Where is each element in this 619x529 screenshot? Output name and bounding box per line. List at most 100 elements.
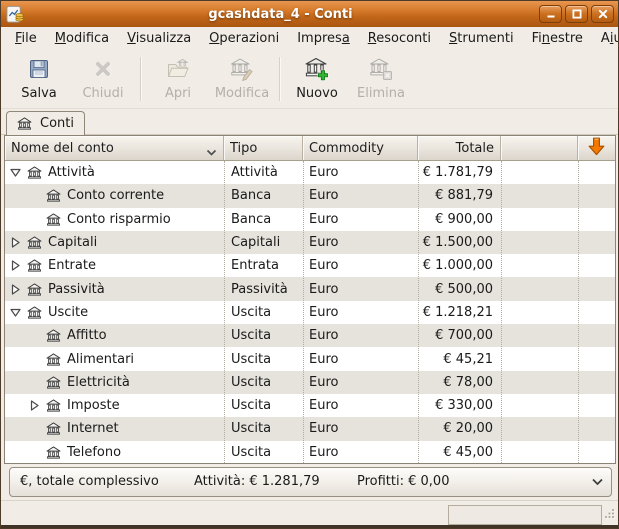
account-commodity: Euro <box>309 282 338 297</box>
summary-profits: Profitti: € 0,00 <box>357 468 449 496</box>
account-type: Uscita <box>231 398 271 413</box>
maximize-button[interactable] <box>565 5 588 23</box>
expander-open-icon[interactable] <box>9 306 22 319</box>
toolbar-button-label: Modifica <box>215 86 269 101</box>
bank-icon <box>17 117 32 130</box>
account-commodity: Euro <box>309 421 338 436</box>
summary-bar[interactable]: €, totale complessivo Attività: € 1.281,… <box>9 467 612 497</box>
account-row[interactable]: PassivitàPassivitàEuro€ 500,00 <box>5 277 615 300</box>
bank-icon <box>27 166 42 179</box>
account-row[interactable]: EntrateEntrataEuro€ 1.000,00 <box>5 254 615 277</box>
menu-visualizza[interactable]: Visualizza <box>118 28 200 49</box>
chiudi-toolbar-button: Chiudi <box>71 53 135 105</box>
expander-closed-icon[interactable] <box>9 259 22 272</box>
column-header-totale[interactable]: Totale <box>418 136 501 160</box>
triangle-icon <box>9 166 22 179</box>
account-type: Banca <box>231 212 271 227</box>
account-name: Attività <box>48 165 95 180</box>
account-name: Telefono <box>67 445 121 460</box>
app-icon[interactable] <box>5 4 25 24</box>
triangle-icon <box>9 283 22 296</box>
account-type: Entrata <box>231 258 279 273</box>
expander-placeholder <box>28 189 41 202</box>
account-row[interactable]: TelefonoUscitaEuro€ 45,00 <box>5 441 615 463</box>
account-commodity: Euro <box>309 305 338 320</box>
expander-placeholder <box>28 353 41 366</box>
triangle-icon <box>9 236 22 249</box>
column-header-name[interactable]: Nome del conto <box>5 136 224 160</box>
toolbar-button-label: Nuovo <box>296 86 338 101</box>
menu-file[interactable]: File <box>6 28 46 49</box>
account-row[interactable]: AlimentariUscitaEuro€ 45,21 <box>5 347 615 370</box>
expander-open-icon[interactable] <box>9 166 22 179</box>
account-commodity: Euro <box>309 445 338 460</box>
account-row[interactable]: UsciteUscitaEuro€ 1.218,21 <box>5 301 615 324</box>
tab-strip: Conti <box>1 109 618 135</box>
edit-account-icon <box>230 57 254 81</box>
progress-bar <box>448 505 602 525</box>
account-row[interactable]: AttivitàAttivitàEuro€ 1.781,79 <box>5 161 615 184</box>
bank-icon <box>46 353 61 366</box>
minimize-button[interactable] <box>539 5 562 23</box>
table-header: Nome del conto Tipo Commodity Totale <box>5 136 615 161</box>
menu-operazioni[interactable]: Operazioni <box>200 28 288 49</box>
column-header-commodity[interactable]: Commodity <box>303 136 418 160</box>
menu-aiuto[interactable]: Aiuto <box>592 28 619 49</box>
title-bar[interactable]: gcashdata_4 - Conti <box>1 1 618 27</box>
open-account-icon <box>166 57 190 81</box>
toolbar-button-label: Elimina <box>357 86 405 101</box>
menu-strumenti[interactable]: Strumenti <box>440 28 523 49</box>
account-commodity: Euro <box>309 188 338 203</box>
expander-placeholder <box>28 213 41 226</box>
bank-icon <box>46 189 61 202</box>
menu-impresa[interactable]: Impresa <box>288 28 359 49</box>
orange-down-arrow-icon <box>588 137 605 160</box>
bank-icon <box>46 329 61 342</box>
account-commodity: Euro <box>309 398 338 413</box>
account-type: Uscita <box>231 328 271 343</box>
account-row[interactable]: ElettricitàUscitaEuro€ 78,00 <box>5 371 615 394</box>
menu-resoconti[interactable]: Resoconti <box>359 28 440 49</box>
account-row[interactable]: Conto risparmioBancaEuro€ 900,00 <box>5 208 615 231</box>
gnucash-window: gcashdata_4 - Conti FileModificaVisualiz… <box>0 0 619 529</box>
account-row[interactable]: CapitaliCapitaliEuro€ 1.500,00 <box>5 231 615 254</box>
window-title: gcashdata_4 - Conti <box>25 7 536 22</box>
toolbar-separator <box>279 57 280 101</box>
column-menu-button[interactable] <box>578 136 615 160</box>
account-type: Uscita <box>231 352 271 367</box>
new-account-icon <box>305 57 329 81</box>
account-commodity: Euro <box>309 165 338 180</box>
status-bar <box>1 500 618 527</box>
expander-placeholder <box>28 329 41 342</box>
account-total: € 20,00 <box>443 421 493 436</box>
toolbar: Salva Chiudi Apri Modifica Nuovo Elimina <box>1 50 618 109</box>
triangle-icon <box>9 259 22 272</box>
menu-finestre[interactable]: Finestre <box>523 28 592 49</box>
account-name: Conto risparmio <box>67 212 171 227</box>
account-type: Uscita <box>231 421 271 436</box>
bank-icon <box>17 117 33 130</box>
account-row[interactable]: AffittoUscitaEuro€ 700,00 <box>5 324 615 347</box>
expander-closed-icon[interactable] <box>9 236 22 249</box>
column-header-tipo[interactable]: Tipo <box>224 136 303 160</box>
account-name: Entrate <box>48 258 96 273</box>
account-total: € 1.500,00 <box>423 235 493 250</box>
account-row[interactable]: ImposteUscitaEuro€ 330,00 <box>5 394 615 417</box>
account-commodity: Euro <box>309 328 338 343</box>
expander-closed-icon[interactable] <box>9 283 22 296</box>
expander-placeholder <box>28 376 41 389</box>
close-button[interactable] <box>591 5 614 23</box>
resize-grip[interactable] <box>603 507 616 524</box>
account-row[interactable]: Conto correnteBancaEuro€ 881,79 <box>5 184 615 207</box>
account-total: € 1.218,21 <box>423 305 493 320</box>
chevron-down-icon[interactable] <box>584 468 611 496</box>
expander-closed-icon[interactable] <box>28 399 41 412</box>
menu-modifica[interactable]: Modifica <box>46 28 118 49</box>
bank-icon <box>27 236 42 249</box>
tab-conti[interactable]: Conti <box>6 111 85 135</box>
summary-total-label: €, totale complessivo <box>20 468 159 496</box>
salva-toolbar-button[interactable]: Salva <box>7 53 71 105</box>
elimina-toolbar-button: Elimina <box>349 53 413 105</box>
nuovo-toolbar-button[interactable]: Nuovo <box>285 53 349 105</box>
account-row[interactable]: InternetUscitaEuro€ 20,00 <box>5 417 615 440</box>
